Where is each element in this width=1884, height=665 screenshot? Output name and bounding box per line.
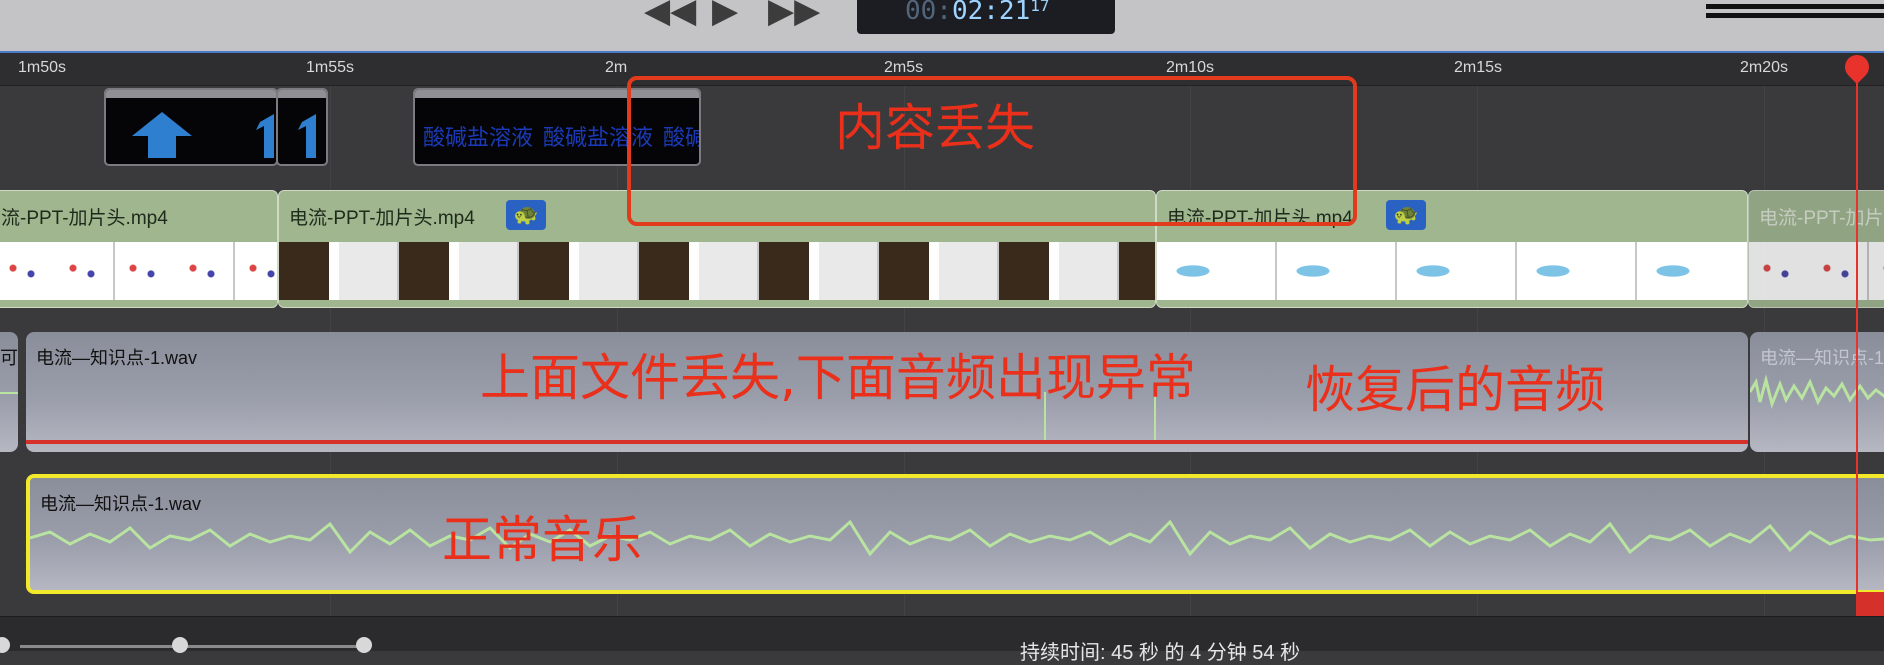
video-clip-label: 电流-PPT-加片头.mp4 bbox=[1759, 208, 1884, 229]
audio-clip-label: 电流—知识点-1 bbox=[1760, 348, 1884, 368]
ruler-tick-2m15s: 2m15s bbox=[1454, 59, 1503, 76]
slow-motion-turtle-icon[interactable]: 🐢 bbox=[506, 200, 546, 230]
level-meter-bottom bbox=[1706, 13, 1884, 18]
ruler-tick-1m50s: 1m50s bbox=[18, 59, 67, 76]
audio-clip-restored[interactable]: 电流—知识点-1 bbox=[1750, 332, 1884, 452]
ruler-tick-2m10s: 2m10s bbox=[1166, 59, 1215, 76]
audio-waveform bbox=[1750, 374, 1884, 409]
music-waveform bbox=[30, 519, 1884, 557]
clip-end-handle[interactable] bbox=[1856, 592, 1884, 616]
annotation-restored-audio: 恢复后的音频 bbox=[1305, 361, 1605, 419]
video-thumbnails bbox=[0, 242, 277, 300]
annotation-normal-music: 正常音乐 bbox=[442, 511, 642, 569]
timecode-frames: 17 bbox=[1030, 0, 1050, 15]
level-meter-top bbox=[1706, 4, 1884, 9]
video-thumbnails bbox=[1749, 242, 1884, 300]
ruler-tick-2m: 2m bbox=[605, 59, 628, 76]
video-clip-1[interactable]: 流-PPT-加片头.mp4 bbox=[0, 190, 278, 308]
timecode-display[interactable]: 00:02:2117 bbox=[857, 0, 1115, 34]
zoom-slider-max-knob[interactable] bbox=[356, 637, 372, 653]
title-clip-arrow[interactable] bbox=[104, 88, 278, 166]
title-clip-strip bbox=[278, 90, 326, 98]
number-one-icon bbox=[256, 114, 274, 158]
title-clip-strip bbox=[106, 90, 276, 98]
play-icon[interactable]: ▶ bbox=[712, 0, 738, 28]
timecode-main: 02:21 bbox=[951, 0, 1031, 26]
music-clip-selected[interactable]: 电流—知识点-1.wav bbox=[26, 474, 1884, 594]
up-arrow-icon bbox=[132, 112, 192, 158]
audio-clip-label: 电流—知识点-1.wav bbox=[36, 348, 198, 368]
video-clip-label: 电流-PPT-加片头.mp4 bbox=[289, 208, 475, 229]
ruler-tick-2m5s: 2m5s bbox=[884, 59, 924, 76]
video-clip-label: 流-PPT-加片头.mp4 bbox=[1, 208, 168, 229]
annotation-content-lost: 内容丢失 bbox=[835, 99, 1035, 157]
music-clip-label: 电流—知识点-1.wav bbox=[40, 494, 202, 514]
timecode-hours: 00: bbox=[905, 0, 952, 26]
ruler-tick-1m55s: 1m55s bbox=[306, 59, 355, 76]
video-thumbnails bbox=[1157, 242, 1747, 300]
video-clip-4[interactable]: 电流-PPT-加片头.mp4 bbox=[1748, 190, 1884, 308]
zoom-slider-track[interactable] bbox=[20, 645, 370, 648]
fast-forward-icon[interactable]: ▶▶ bbox=[768, 0, 820, 28]
number-one-icon bbox=[298, 114, 316, 158]
rewind-icon[interactable]: ◀◀ bbox=[644, 0, 696, 28]
audio-waveform bbox=[0, 392, 18, 394]
slow-motion-turtle-icon[interactable]: 🐢 bbox=[1386, 200, 1426, 230]
annotation-file-lost: 上面文件丢失,下面音频出现异常 bbox=[480, 349, 1196, 407]
video-thumbnails bbox=[279, 242, 1155, 300]
audio-volume-line-red bbox=[26, 440, 1748, 444]
chem-text-1: 酸碱盐溶液 bbox=[423, 126, 534, 151]
ruler-tick-2m20s: 2m20s bbox=[1740, 59, 1789, 76]
zoom-slider-knob[interactable] bbox=[172, 637, 188, 653]
title-clip-small[interactable] bbox=[276, 88, 328, 166]
playhead-line[interactable] bbox=[1856, 66, 1858, 616]
audio-clip-stub-label: 可 bbox=[0, 348, 18, 368]
duration-readout: 持续时间: 45 秒 的 4 分钟 54 秒 bbox=[1020, 642, 1301, 664]
audio-clip-stub[interactable]: 可 bbox=[0, 332, 18, 452]
